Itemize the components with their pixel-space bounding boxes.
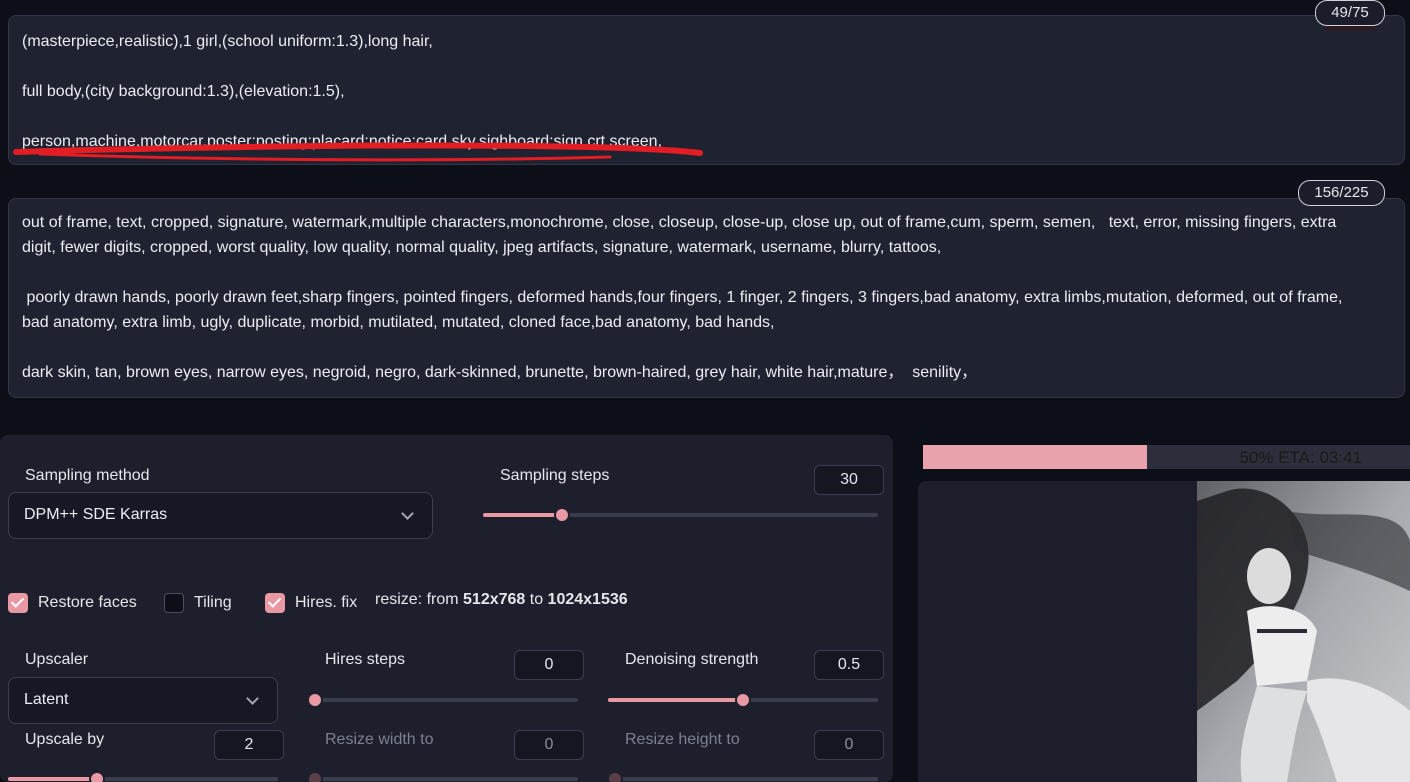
denoising-strength-fill [608,698,743,702]
denoising-strength-slider[interactable] [608,692,878,708]
hires-steps-input[interactable]: 0 [514,650,584,680]
upscaler-dropdown[interactable]: Latent [8,677,278,724]
tiling-label: Tiling [194,594,232,611]
upscaler-value: Latent [24,691,69,708]
restore-faces-label: Restore faces [38,594,137,611]
hires-fix-label: Hires. fix [295,594,358,611]
negative-token-counter: 156/225 [1298,180,1385,206]
red-underline-annotation [13,142,703,162]
resize-height-label: Resize height to [625,731,740,748]
generated-image-preview[interactable] [1197,481,1410,782]
upscaler-label: Upscaler [25,651,89,668]
upscale-by-input[interactable]: 2 [214,730,284,760]
resize-width-input[interactable]: 0 [514,730,584,760]
sampling-steps-input[interactable]: 30 [814,465,884,495]
resize-width-thumb[interactable] [307,771,323,782]
resize-height-thumb[interactable] [607,771,623,782]
progress-fill [923,445,1148,469]
generation-progress-bar: 50% ETA: 03:41 [923,445,1410,469]
denoising-strength-input[interactable]: 0.5 [814,650,884,680]
resize-mid: to [525,591,548,608]
denoising-strength-thumb[interactable] [735,692,751,708]
resize-to-value: 1024x1536 [547,591,628,608]
hires-fix-checkbox[interactable] [265,593,285,613]
progress-text: 50% ETA: 03:41 [1239,448,1362,467]
negative-prompt-line-2: digit, fewer digits, cropped, worst qual… [22,239,942,256]
sampling-steps-slider[interactable] [483,507,878,523]
negative-prompt-line-4: bad anatomy, extra limb, ugly, duplicate… [22,314,775,331]
resize-width-label: Resize width to [325,731,434,748]
preview-image [1197,481,1410,782]
sampling-steps-thumb[interactable] [554,507,570,523]
upscale-by-thumb[interactable] [89,771,106,782]
resize-from-value: 512x768 [463,591,526,608]
sampling-method-dropdown[interactable]: DPM++ SDE Karras [8,492,433,539]
negative-prompt-line-1: out of frame, text, cropped, signature, … [22,214,1337,231]
sampling-method-label: Sampling method [25,467,150,484]
upscale-by-fill [8,777,98,781]
hires-steps-slider[interactable] [307,692,578,708]
restore-faces-checkbox[interactable] [8,593,28,613]
hires-steps-label: Hires steps [325,651,406,668]
resize-prefix: resize: from [375,591,464,608]
chevron-down-icon [246,692,259,705]
resize-height-input[interactable]: 0 [814,730,884,760]
resize-info: resize: from 512x768 to 1024x1536 [375,591,628,609]
hires-steps-thumb[interactable] [307,692,323,708]
negative-prompt-line-3: poorly drawn hands, poorly drawn feet,sh… [22,289,1343,306]
denoising-strength-label: Denoising strength [625,651,759,668]
chevron-down-icon [401,507,414,520]
sampling-steps-label: Sampling steps [500,467,610,484]
tiling-checkbox[interactable] [164,593,184,613]
sampling-method-value: DPM++ SDE Karras [24,506,168,523]
positive-token-counter: 49/75 [1315,0,1385,26]
resize-width-slider[interactable] [307,771,578,782]
upscale-by-slider[interactable] [8,771,278,782]
resize-height-slider[interactable] [607,771,878,782]
upscale-by-label: Upscale by [25,731,105,748]
negative-prompt-line-5: dark skin, tan, brown eyes, narrow eyes,… [22,364,978,381]
positive-prompt-line-2: full body,(city background:1.3),(elevati… [22,83,345,100]
sampling-steps-fill [483,513,562,517]
positive-prompt-line-1: (masterpiece,realistic),1 girl,(school u… [22,33,433,50]
